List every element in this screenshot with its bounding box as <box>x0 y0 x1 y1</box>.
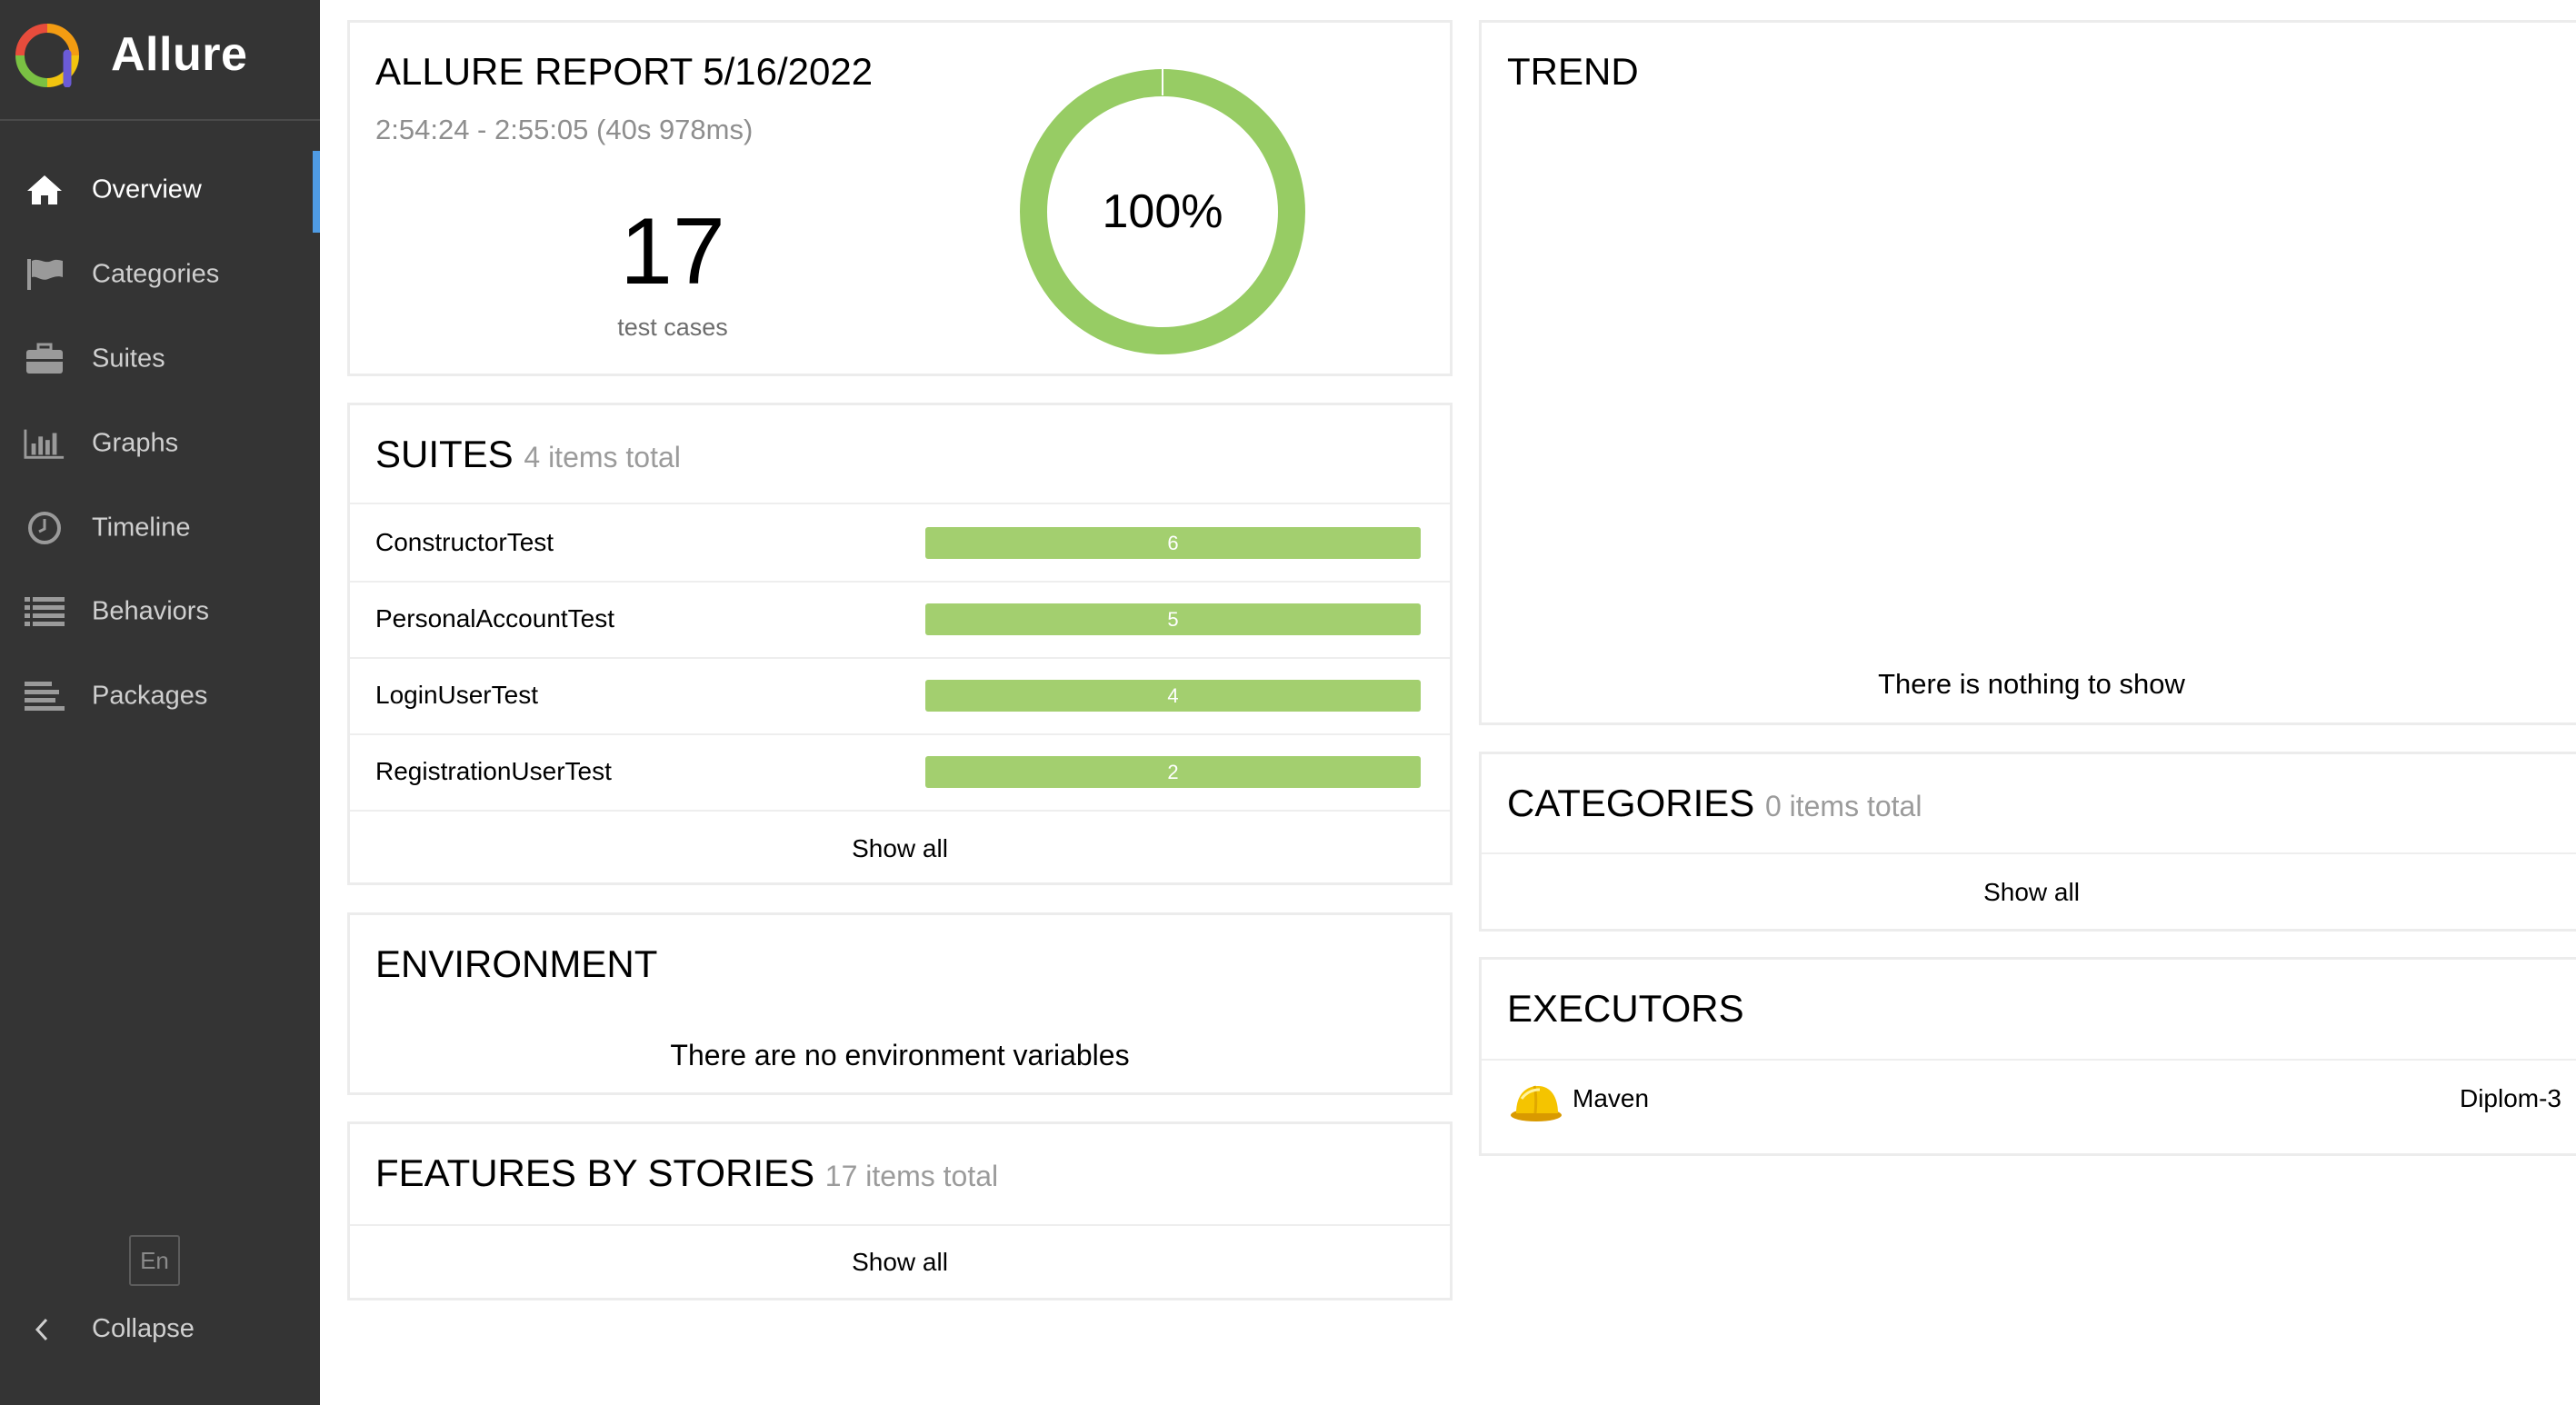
sidebar-item-suites[interactable]: Suites <box>0 317 320 401</box>
report-duration: 2:54:24 - 2:55:05 (40s 978ms) <box>375 114 754 145</box>
suite-name: LoginUserTest <box>375 681 538 709</box>
categories-title-text: CATEGORIES <box>1507 782 1755 824</box>
environment-empty-message: There are no environment variables <box>670 1039 1130 1071</box>
environment-widget: ENVIRONMENT There are no environment var… <box>347 912 1453 1095</box>
sidebar-item-graphs[interactable]: Graphs <box>0 402 320 485</box>
success-rate-percent: 100% <box>1102 185 1223 238</box>
categories-total: 0 items total <box>1764 790 1922 822</box>
executors-title: EXECUTORS <box>1507 987 1744 1030</box>
suites-title-text: SUITES <box>375 433 514 475</box>
sidebar-item-label: Categories <box>92 259 220 289</box>
chevron-left-icon <box>35 1318 48 1341</box>
brand-name: Allure <box>111 28 248 81</box>
sidebar-item-behaviors[interactable]: Behaviors <box>0 570 320 653</box>
list-icon <box>24 593 65 630</box>
suite-bar[interactable]: 5 <box>925 603 1421 635</box>
sidebar-item-categories[interactable]: Categories <box>0 233 320 316</box>
bar-chart-icon <box>24 425 65 462</box>
sidebar-item-label: Suites <box>92 344 165 374</box>
flag-icon <box>24 256 65 293</box>
suites-show-all-link[interactable]: Show all <box>350 834 1450 863</box>
suite-bar[interactable]: 6 <box>925 527 1421 559</box>
suite-name: ConstructorTest <box>375 528 554 556</box>
categories-show-all-link[interactable]: Show all <box>1482 878 2576 907</box>
test-case-label: test cases <box>617 314 728 341</box>
sidebar: Allure Overview Categories Suites Graphs… <box>0 0 320 1405</box>
trend-title: TREND <box>1507 50 1639 93</box>
environment-title: ENVIRONMENT <box>375 942 658 985</box>
features-widget: FEATURES BY STORIES 17 items total Show … <box>347 1121 1453 1300</box>
suite-bar[interactable]: 2 <box>925 756 1421 788</box>
features-title-text: FEATURES BY STORIES <box>375 1151 815 1194</box>
suite-bar[interactable]: 4 <box>925 680 1421 712</box>
sidebar-item-label: Graphs <box>92 428 179 458</box>
executor-name: Maven <box>1573 1084 1650 1112</box>
suite-name: PersonalAccountTest <box>375 604 615 633</box>
suite-row[interactable]: RegistrationUserTest 2 <box>350 733 1450 810</box>
language-switch[interactable]: En <box>129 1235 180 1286</box>
sidebar-item-overview[interactable]: Overview <box>0 148 320 233</box>
trend-widget: TREND There is nothing to show <box>1479 20 2576 725</box>
suite-row[interactable]: ConstructorTest 6 <box>350 504 1450 581</box>
suite-name: RegistrationUserTest <box>375 757 612 785</box>
report-title: ALLURE REPORT 5/16/2022 <box>375 50 874 93</box>
suites-total: 4 items total <box>524 441 681 473</box>
suite-row[interactable]: PersonalAccountTest 5 <box>350 581 1450 657</box>
divider <box>350 1224 1450 1226</box>
divider <box>350 810 1450 812</box>
executor-build-name[interactable]: Diplom-3 <box>2460 1084 2561 1113</box>
clock-icon <box>24 510 65 546</box>
collapse-button[interactable]: Collapse <box>0 1289 320 1370</box>
sidebar-item-packages[interactable]: Packages <box>0 654 320 738</box>
sidebar-item-label: Overview <box>92 174 202 204</box>
suites-widget: SUITES 4 items total ConstructorTest 6 P… <box>347 403 1453 885</box>
categories-widget: CATEGORIES 0 items total Show all <box>1479 752 2576 932</box>
divider <box>1482 852 2576 854</box>
sidebar-item-label: Timeline <box>92 513 191 543</box>
executors-widget: EXECUTORS Maven Diplom-3 <box>1479 957 2576 1156</box>
sidebar-item-label: Behaviors <box>92 596 209 626</box>
categories-title: CATEGORIES 0 items total <box>1507 782 1922 825</box>
features-title: FEATURES BY STORIES 17 items total <box>375 1151 998 1195</box>
briefcase-icon <box>24 341 65 377</box>
summary-widget: ALLURE REPORT 5/16/2022 2:54:24 - 2:55:0… <box>347 20 1453 376</box>
maven-hardhat-icon <box>1511 1085 1562 1121</box>
suites-title: SUITES 4 items total <box>375 433 681 476</box>
brand-header: Allure <box>0 0 320 121</box>
features-total: 17 items total <box>824 1160 999 1192</box>
sidebar-item-label: Packages <box>92 681 208 711</box>
suite-row[interactable]: LoginUserTest 4 <box>350 657 1450 733</box>
test-case-count: 17 <box>620 199 725 304</box>
executor-row[interactable]: Maven Diplom-3 <box>1482 1061 2576 1151</box>
sidebar-item-timeline[interactable]: Timeline <box>0 486 320 570</box>
collapse-label: Collapse <box>92 1314 195 1343</box>
home-icon <box>24 172 65 208</box>
trend-empty-message: There is nothing to show <box>1878 668 2185 700</box>
align-left-icon <box>24 678 65 714</box>
features-show-all-link[interactable]: Show all <box>350 1248 1450 1277</box>
allure-logo-icon <box>15 24 79 87</box>
